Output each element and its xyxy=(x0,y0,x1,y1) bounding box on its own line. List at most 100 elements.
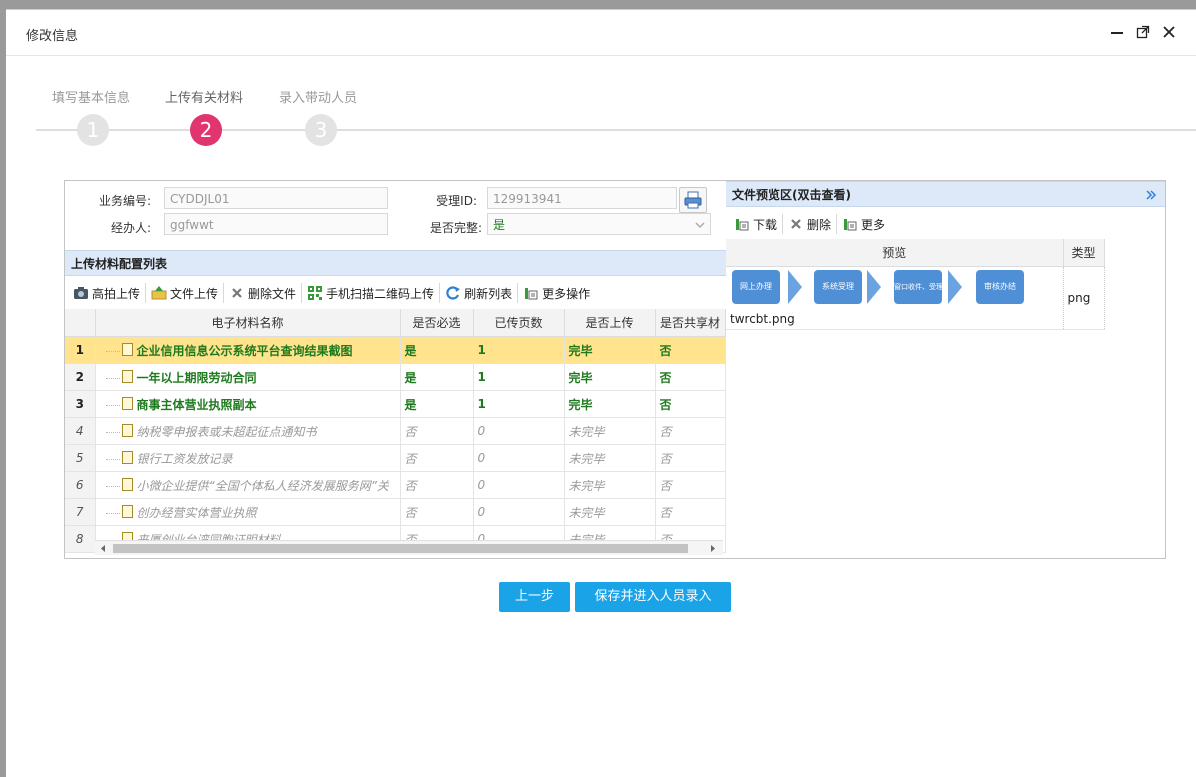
required-cell: 是 xyxy=(400,336,474,364)
close-icon[interactable] xyxy=(1161,24,1177,40)
material-name-cell[interactable]: 小微企业提供“全国个体私人经济发展服务网”关 xyxy=(95,471,401,499)
col-header-preview[interactable]: 预览 xyxy=(726,239,1064,267)
camera-upload-label: 高拍上传 xyxy=(92,286,141,301)
printer-icon xyxy=(684,191,702,209)
complete-select-value: 是 xyxy=(493,218,506,232)
required-cell: 是 xyxy=(400,363,474,391)
uploaded-cell: 未完毕 xyxy=(564,444,656,472)
step-circle-3[interactable]: 3 xyxy=(305,114,337,146)
delete-file-button[interactable]: 删除文件 xyxy=(225,282,300,304)
file-upload-label: 文件上传 xyxy=(170,286,219,301)
table-row[interactable]: 2 一年以上期限劳动合同 是 1 完毕否 xyxy=(65,363,726,391)
shared-cell: 否 xyxy=(655,336,726,364)
material-name-cell[interactable]: 企业信用信息公示系统平台查询结果截图 xyxy=(95,336,401,364)
shared-cell: 否 xyxy=(655,444,726,472)
refresh-list-button[interactable]: 刷新列表 xyxy=(441,282,516,304)
download-button[interactable]: 下载 xyxy=(730,213,781,235)
download-label: 下载 xyxy=(753,217,778,232)
minimize-icon[interactable] xyxy=(1109,24,1125,40)
table-row[interactable]: 4 纳税零申报表或未超起征点通知书否 0 未完毕否 xyxy=(65,417,726,445)
camera-upload-button[interactable]: 高拍上传 xyxy=(69,282,144,304)
table-row[interactable]: 5 银行工资发放记录否 0 未完毕否 xyxy=(65,444,726,472)
required-cell: 否 xyxy=(400,498,474,526)
flow-step-3: 窗口收件、受理 xyxy=(894,270,943,304)
material-name-cell[interactable]: 纳税零申报表或未超起征点通知书 xyxy=(95,417,401,445)
col-header-shared[interactable]: 是否共享材 xyxy=(655,309,726,337)
preview-thumbnail-cell[interactable]: 网上办理 系统受理 窗口收件、受理 审核办结 twrcbt.png xyxy=(726,266,1064,330)
col-header-name[interactable]: 电子材料名称 xyxy=(95,309,401,337)
handler-field[interactable]: ggfwwt xyxy=(164,213,388,235)
complete-select[interactable]: 是 xyxy=(487,213,711,235)
preview-more-label: 更多 xyxy=(861,217,886,232)
refresh-icon xyxy=(445,285,461,301)
tree-connector xyxy=(105,485,120,487)
uploaded-cell: 完毕 xyxy=(564,336,656,364)
material-name-cell[interactable]: 创办经营实体营业执照 xyxy=(95,498,401,526)
download-icon xyxy=(734,216,750,232)
more-actions-icon xyxy=(523,285,539,301)
col-header-required[interactable]: 是否必选 xyxy=(400,309,474,337)
more-actions-button[interactable]: 更多操作 xyxy=(519,282,594,304)
step-label-1: 填写基本信息 xyxy=(52,91,131,106)
material-name: 纳税零申报表或未超起征点通知书 xyxy=(136,424,317,439)
step-circle-1[interactable]: 1 xyxy=(77,114,109,146)
shared-cell: 否 xyxy=(655,390,726,418)
table-row[interactable]: 6 小微企业提供“全国个体私人经济发展服务网”关否 0 未完毕否 xyxy=(65,471,726,499)
material-name-cell[interactable]: 银行工资发放记录 xyxy=(95,444,401,472)
flow-step-1: 网上办理 xyxy=(732,270,780,304)
file-upload-button[interactable]: 文件上传 xyxy=(147,282,222,304)
preview-delete-button[interactable]: 删除 xyxy=(784,213,835,235)
collapse-double-chevron-icon[interactable] xyxy=(1145,189,1157,201)
pages-cell: 0 xyxy=(473,444,565,472)
maximize-icon[interactable] xyxy=(1135,24,1151,40)
col-header-type[interactable]: 类型 xyxy=(1063,239,1105,267)
qr-scan-upload-button[interactable]: 手机扫描二维码上传 xyxy=(303,282,438,304)
preview-delete-label: 删除 xyxy=(807,217,832,232)
complete-label: 是否完整: xyxy=(429,221,482,235)
edit-info-dialog: 修改信息 填写基本信息 上传有关材料 录入带动人员 1 2 3 业务编号: CY… xyxy=(6,9,1196,777)
table-row[interactable]: 1 企业信用信息公示系统平台查询结果截图是 1 完毕否 xyxy=(65,336,726,364)
preview-panel-header: 文件预览区(双击查看) xyxy=(726,181,1165,207)
step-circle-2[interactable]: 2 xyxy=(190,114,222,146)
shared-cell: 否 xyxy=(655,363,726,391)
material-name: 企业信用信息公示系统平台查询结果截图 xyxy=(136,343,353,358)
col-header-pages[interactable]: 已传页数 xyxy=(473,309,565,337)
previous-step-button[interactable]: 上一步 xyxy=(499,582,570,612)
preview-more-button[interactable]: 更多 xyxy=(838,213,889,235)
preview-file-type: png xyxy=(1063,266,1105,330)
pages-cell: 1 xyxy=(473,336,565,364)
preview-row[interactable]: 网上办理 系统受理 窗口收件、受理 审核办结 twrcbt.png png xyxy=(726,266,1105,330)
shared-cell: 否 xyxy=(655,498,726,526)
print-button[interactable] xyxy=(679,187,707,213)
accept-id-field[interactable]: 129913941 xyxy=(487,187,677,209)
more-actions-label: 更多操作 xyxy=(542,286,591,301)
preview-file-name: twrcbt.png xyxy=(730,312,795,326)
flow-arrow-icon xyxy=(788,270,802,304)
qr-code-icon xyxy=(307,285,323,301)
business-no-field[interactable]: CYDDJL01 xyxy=(164,187,388,209)
scroll-right-icon[interactable] xyxy=(709,544,717,553)
preview-panel-title: 文件预览区(双击查看) xyxy=(732,188,851,202)
flow-thumbnail: 网上办理 系统受理 窗口收件、受理 审核办结 xyxy=(730,270,1030,306)
document-icon xyxy=(121,504,133,518)
step-label-2: 上传有关材料 xyxy=(165,91,244,106)
scrollbar-thumb[interactable] xyxy=(113,544,688,553)
required-cell: 是 xyxy=(400,390,474,418)
row-number: 5 xyxy=(65,444,96,472)
table-row[interactable]: 7 创办经营实体营业执照否 0 未完毕否 xyxy=(65,498,726,526)
pages-cell: 0 xyxy=(473,498,565,526)
material-name-cell[interactable]: 商事主体营业执照副本 xyxy=(95,390,401,418)
uploaded-cell: 未完毕 xyxy=(564,498,656,526)
flow-step-2: 系统受理 xyxy=(814,270,862,304)
required-cell: 否 xyxy=(400,471,474,499)
horizontal-scrollbar[interactable] xyxy=(95,540,723,555)
scroll-left-icon[interactable] xyxy=(99,544,107,553)
col-header-uploaded[interactable]: 是否上传 xyxy=(564,309,656,337)
table-row[interactable]: 3 商事主体营业执照副本 是 1 完毕否 xyxy=(65,390,726,418)
document-icon xyxy=(121,450,133,464)
save-and-continue-button[interactable]: 保存并进入人员录入 xyxy=(575,582,731,612)
handler-label: 经办人: xyxy=(110,221,151,235)
qr-scan-upload-label: 手机扫描二维码上传 xyxy=(326,286,435,301)
shared-cell: 否 xyxy=(655,471,726,499)
material-name-cell[interactable]: 一年以上期限劳动合同 xyxy=(95,363,401,391)
